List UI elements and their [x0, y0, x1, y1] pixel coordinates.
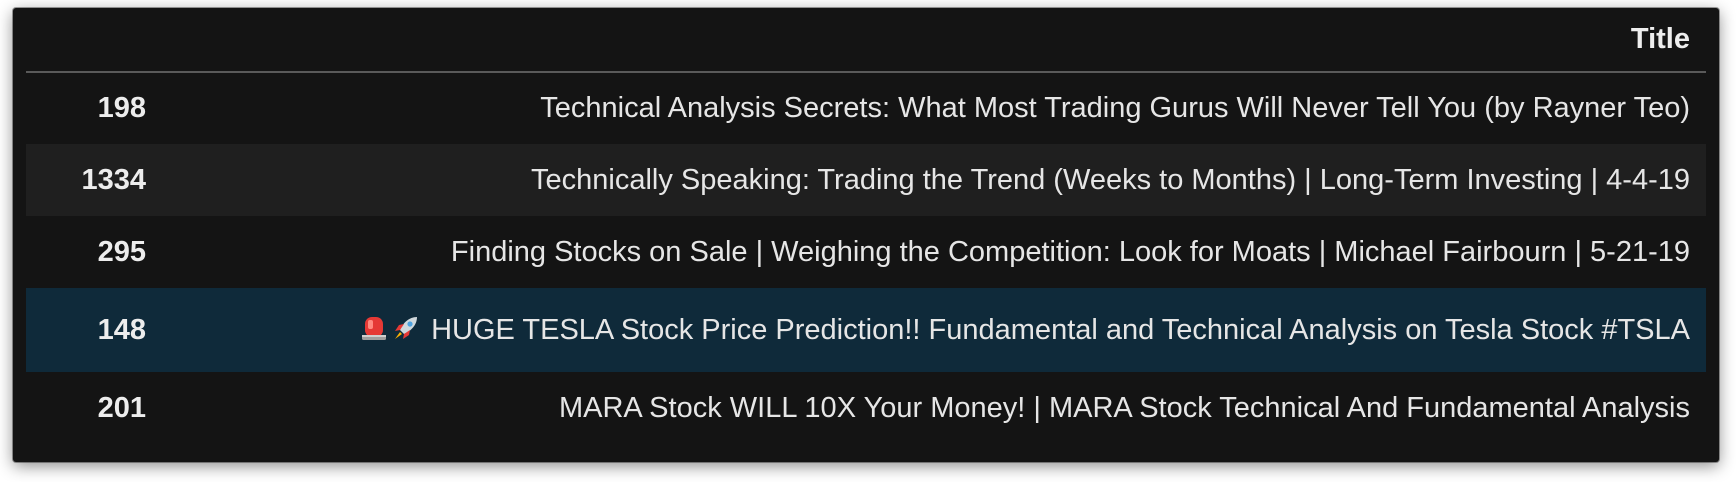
row-title: Finding Stocks on Sale | Weighing the Co…: [450, 235, 1690, 268]
table-row[interactable]: 198 Technical Analysis Secrets: What Mos…: [26, 72, 1706, 144]
header-row: Title: [26, 8, 1706, 73]
row-title: HUGE TESLA Stock Price Prediction!! Fund…: [431, 314, 1690, 346]
dataframe-window: Title 198 Technical Analysis Secrets: Wh…: [13, 8, 1719, 462]
table-row[interactable]: 201 MARA Stock WILL 10X Your Money! | MA…: [26, 372, 1706, 444]
dataframe-table: Title 198 Technical Analysis Secrets: Wh…: [26, 8, 1706, 444]
table-row-highlighted[interactable]: 148 HUGE TESLA Stock Price Prediction!! …: [26, 288, 1706, 372]
row-index: 1334: [81, 163, 146, 196]
row-index: 295: [97, 235, 146, 268]
title-column-header[interactable]: Title: [164, 8, 1706, 73]
row-index: 148: [97, 313, 146, 346]
index-column-header: [26, 8, 164, 73]
row-title: MARA Stock WILL 10X Your Money! | MARA S…: [558, 391, 1690, 424]
siren-icon: [362, 317, 386, 340]
row-title: Technically Speaking: Trading the Trend …: [531, 163, 1690, 196]
table-row[interactable]: 295 Finding Stocks on Sale | Weighing th…: [26, 216, 1706, 288]
row-title-cell: HUGE TESLA Stock Price Prediction!! Fund…: [164, 288, 1706, 372]
row-title: Technical Analysis Secrets: What Most Tr…: [540, 92, 1690, 124]
row-index: 198: [97, 92, 146, 124]
row-index: 201: [97, 391, 146, 424]
table-row[interactable]: 1334 Technically Speaking: Trading the T…: [26, 144, 1706, 216]
rocket-icon: [395, 317, 417, 339]
